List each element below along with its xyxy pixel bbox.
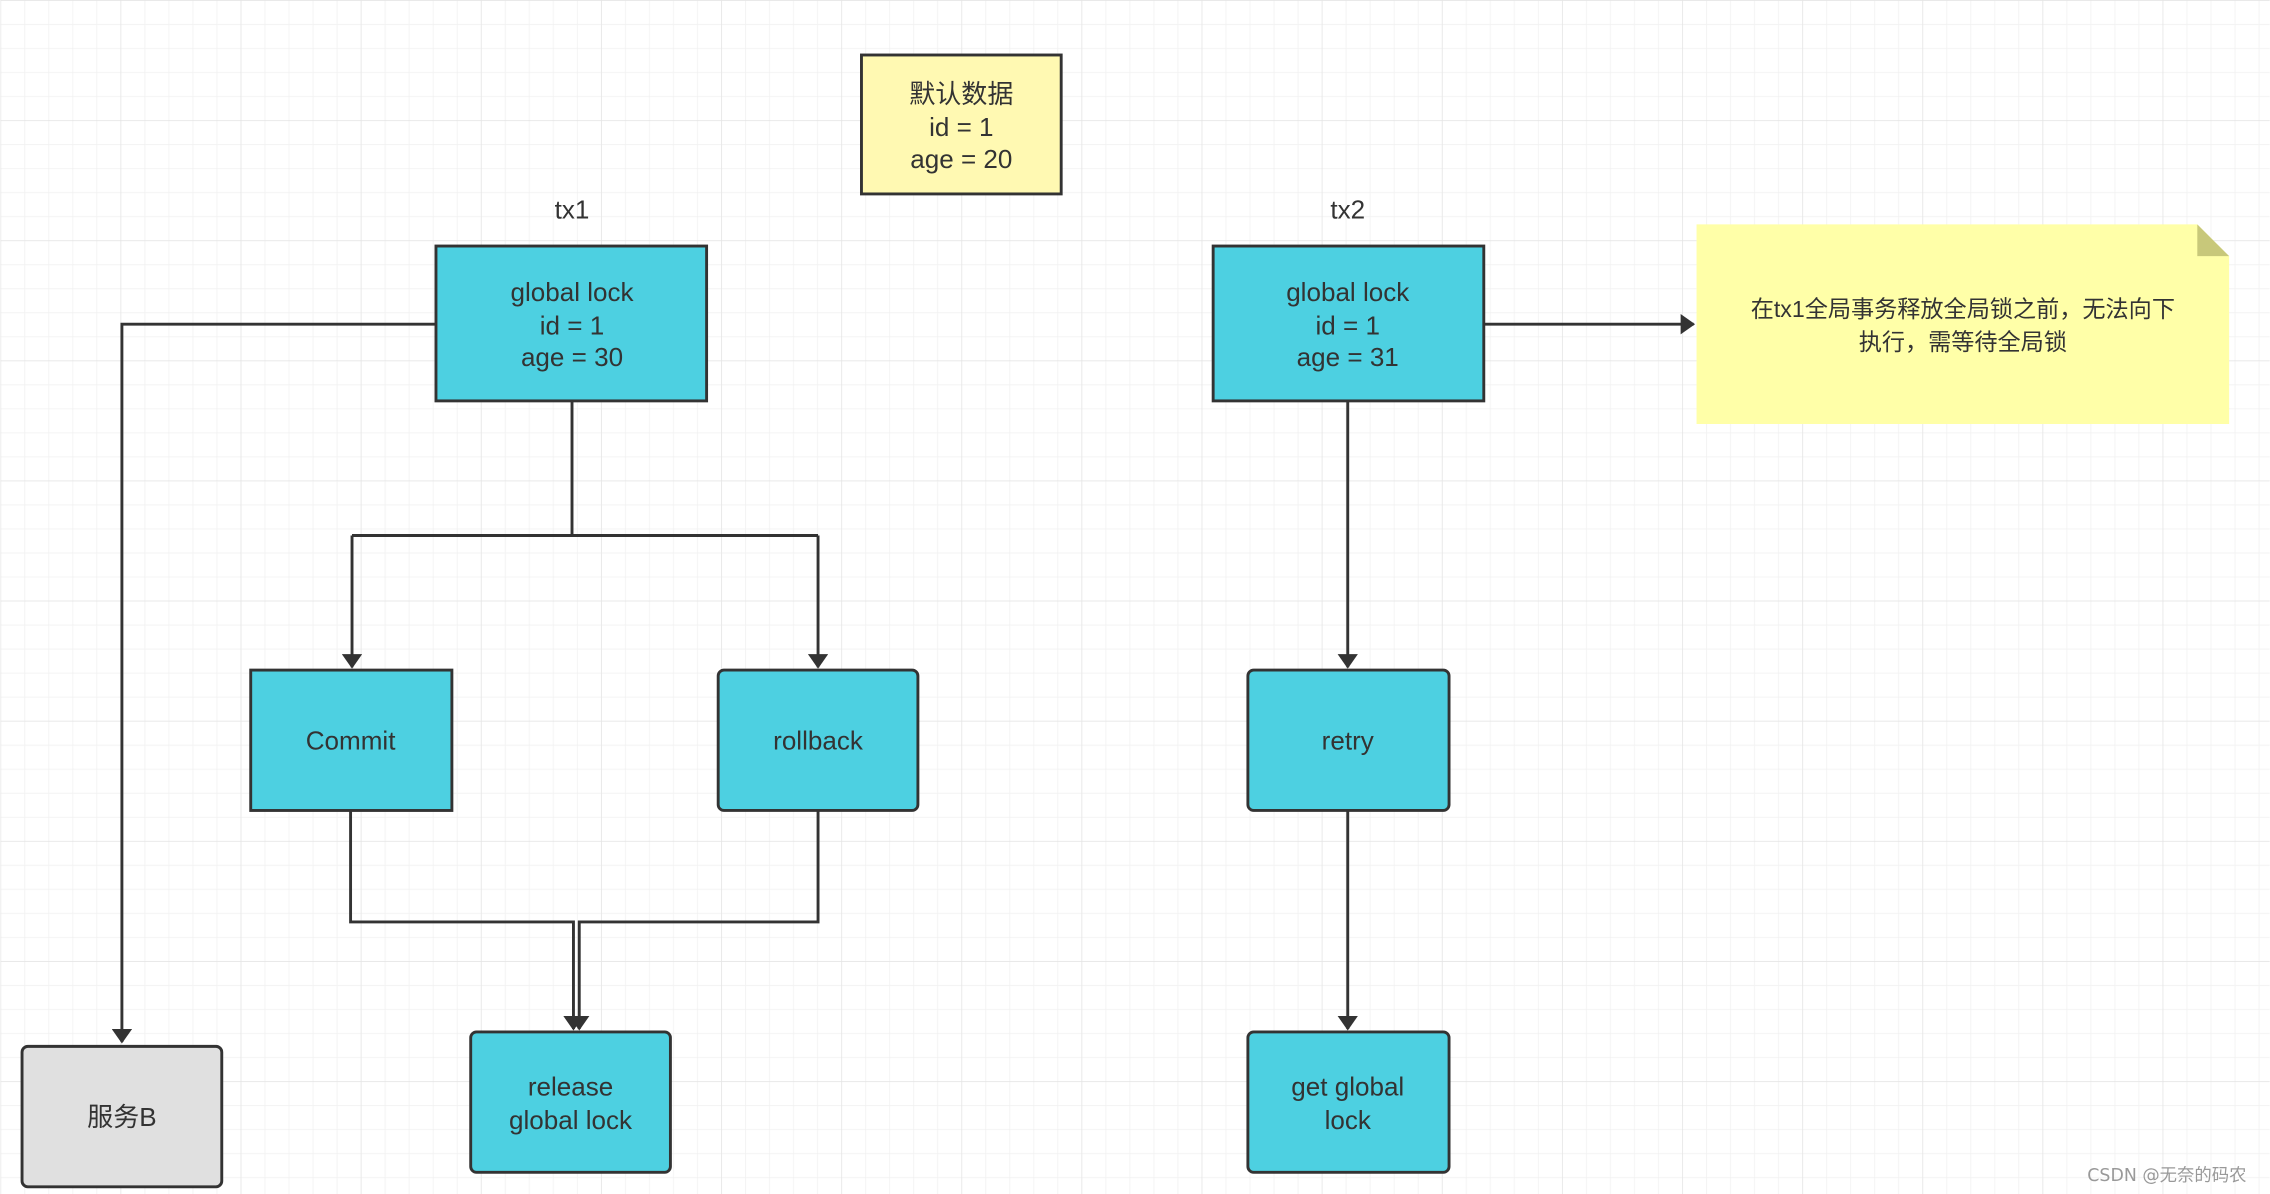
node-text: age = 31 [1297,342,1399,372]
node-text: global lock [510,277,634,307]
get-global-lock-node[interactable]: get global lock [1246,1030,1451,1174]
note-box[interactable]: 在tx1全局事务释放全局锁之前，无法向下 执行，需等待全局锁 [1696,224,2230,425]
node-text: rollback [773,726,864,756]
service-b-node[interactable]: 服务B [20,1044,224,1189]
grid-background [0,0,2270,1194]
rollback-node[interactable]: rollback [716,668,920,812]
node-text: get global [1291,1072,1404,1102]
node-text: id = 1 [540,310,604,340]
node-text: lock [1325,1105,1372,1135]
default-data-id: id = 1 [929,112,993,142]
tx2-global-lock-node[interactable]: global lock id = 1 age = 31 [1211,244,1486,403]
tx1-label: tx1 [555,195,590,225]
diagram-canvas: 默认数据 id = 1 age = 20 tx1 tx2 global lock… [0,0,2270,1194]
node-text: id = 1 [1316,310,1380,340]
tx2-label: tx2 [1330,195,1365,225]
tx1-global-lock-node[interactable]: global lock id = 1 age = 30 [434,244,709,403]
default-data-box[interactable]: 默认数据 id = 1 age = 20 [860,53,1063,196]
node-text: retry [1322,726,1374,756]
node-text: age = 30 [521,342,623,372]
default-data-title: 默认数据 [909,79,1013,109]
node-text: 服务B [87,1102,156,1132]
default-data-age: age = 20 [910,144,1012,174]
node-text: Commit [306,726,396,756]
node-text: release [528,1072,613,1102]
node-text: global lock [1286,277,1410,307]
commit-node[interactable]: Commit [249,668,454,812]
release-global-lock-node[interactable]: release global lock [469,1030,672,1174]
note-text: 在tx1全局事务释放全局锁之前，无法向下 [1751,296,2175,322]
watermark: CSDN @无奈的码农 [2087,1166,2246,1186]
retry-node[interactable]: retry [1246,668,1451,812]
note-text: 执行，需等待全局锁 [1859,329,2067,355]
node-text: global lock [509,1105,633,1135]
